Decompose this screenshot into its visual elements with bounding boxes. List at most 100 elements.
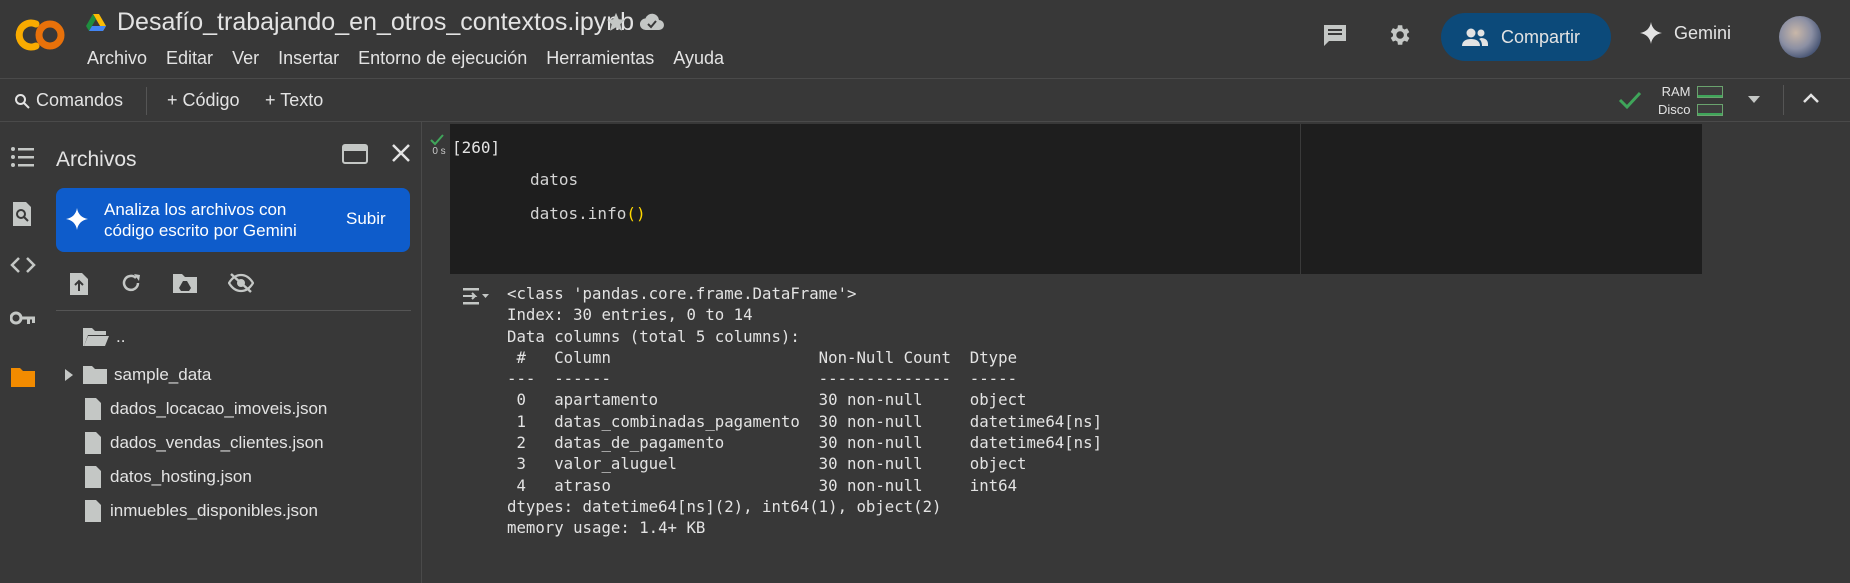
output-line: <class 'pandas.core.frame.DataFrame'> [507, 284, 857, 303]
menu-ayuda[interactable]: Ayuda [673, 48, 724, 69]
share-label: Compartir [1501, 26, 1581, 47]
file-icon [84, 397, 102, 421]
tree-item-folder[interactable]: sample_data [56, 358, 211, 392]
notebook-title[interactable]: Desafío_trabajando_en_otros_contextos.ip… [117, 8, 634, 37]
tree-item-file[interactable]: dados_locacao_imoveis.json [82, 392, 327, 426]
gemini-sparkle-icon [1640, 22, 1662, 44]
output-actions-icon[interactable] [462, 286, 490, 306]
find-replace-icon[interactable] [10, 201, 34, 227]
gemini-label: Gemini [1674, 22, 1732, 43]
output-line: 1 datas_combinadas_pagamento 30 non-null… [507, 411, 1103, 431]
output-line: --- ------ -------------- ----- [507, 369, 1103, 389]
side-rail [0, 122, 46, 583]
chevron-right-icon[interactable] [56, 369, 82, 381]
files-panel-title: Archivos [56, 148, 137, 171]
colab-logo[interactable] [12, 16, 68, 54]
tree-item-label: dados_vendas_clientes.json [110, 433, 324, 452]
exec-check-icon [430, 134, 444, 146]
tree-item-label: .. [116, 327, 126, 346]
connected-check-icon [1618, 90, 1642, 110]
code-snippets-icon[interactable] [10, 256, 36, 274]
toc-icon[interactable] [10, 146, 36, 168]
google-drive-icon [86, 14, 106, 32]
search-icon [14, 93, 30, 109]
editor-ruler [1300, 124, 1301, 274]
output-line: memory usage: 1.4+ KB [507, 518, 706, 538]
output-line: Data columns (total 5 columns): [507, 326, 800, 346]
files-folder-icon[interactable] [10, 366, 36, 388]
exec-time: 0 s [432, 146, 446, 157]
header: Desafío_trabajando_en_otros_contextos.ip… [0, 0, 1850, 78]
output-line: dtypes: datetime64[ns](2), int64(1), obj… [507, 496, 942, 516]
tree-item-parent[interactable]: .. [82, 320, 125, 354]
notebook-area: 0 s datos datos.info() [260] <class 'pan… [422, 122, 1850, 583]
toolbar-divider [146, 87, 147, 115]
tree-item-label: dados_locacao_imoveis.json [110, 399, 328, 418]
chevron-down-icon[interactable] [1746, 95, 1762, 105]
files-panel: Archivos Analiza los archivos con código… [46, 122, 422, 583]
commands-button[interactable]: Comandos [14, 90, 123, 111]
code-call: datos.info [530, 204, 627, 223]
file-icon [84, 431, 102, 455]
secrets-key-icon[interactable] [10, 310, 36, 326]
files-divider [56, 310, 411, 311]
code-cell-editor[interactable]: datos datos.info() [450, 124, 1702, 274]
toolbar-divider-right [1783, 85, 1784, 115]
share-button[interactable]: Compartir [1441, 13, 1611, 61]
avatar[interactable] [1779, 16, 1821, 58]
gear-icon[interactable] [1386, 22, 1412, 48]
output-line: # Column Non-Null Count Dtype [507, 347, 1103, 367]
tree-item-label: datos_hosting.json [110, 467, 252, 486]
open-in-tab-icon[interactable] [342, 144, 368, 164]
hide-files-icon[interactable] [228, 272, 254, 296]
menu-herramientas[interactable]: Herramientas [546, 48, 654, 69]
output-line: 2 datas_de_pagamento 30 non-null datetim… [507, 433, 1103, 453]
ram-label: RAM [1661, 84, 1691, 99]
tree-item-label: inmuebles_disponibles.json [110, 501, 318, 520]
people-icon [1461, 27, 1489, 47]
menu-insertar[interactable]: Insertar [278, 48, 339, 69]
star-icon[interactable] [605, 11, 627, 33]
gemini-button[interactable]: Gemini [1640, 22, 1731, 44]
add-text-button[interactable]: + Texto [265, 90, 323, 111]
upload-button[interactable]: Subir [346, 209, 386, 229]
add-code-label: + Código [167, 90, 240, 110]
disk-bar [1696, 104, 1723, 116]
cell-output: <class 'pandas.core.frame.DataFrame'> Ind… [507, 283, 1102, 539]
output-line: 4 atraso 30 non-null int64 [507, 475, 1103, 495]
file-icon [84, 465, 102, 489]
menu-ver[interactable]: Ver [232, 48, 259, 69]
gemini-sparkle-icon [66, 208, 88, 230]
ram-bar [1696, 86, 1723, 98]
refresh-icon[interactable] [120, 272, 142, 296]
gemini-upload-banner: Analiza los archivos con código escrito … [56, 188, 410, 252]
tree-item-file[interactable]: dados_vendas_clientes.json [82, 426, 324, 460]
close-icon[interactable] [390, 142, 412, 164]
code-line-2: datos.info() [530, 204, 646, 223]
output-line: 3 valor_aluguel 30 non-null object [507, 454, 1103, 474]
code-paren: () [626, 204, 646, 223]
cloud-saved-icon[interactable] [640, 12, 664, 32]
resources-indicator[interactable]: RAM Disco [1658, 83, 1723, 119]
comment-icon[interactable] [1322, 23, 1348, 47]
add-code-button[interactable]: + Código [167, 90, 240, 111]
upload-file-icon[interactable] [68, 272, 90, 296]
menu-editar[interactable]: Editar [166, 48, 213, 69]
file-icon [84, 499, 102, 523]
output-line: 0 apartamento 30 non-null object [507, 390, 1103, 410]
output-line: Index: 30 entries, 0 to 14 [507, 305, 753, 325]
menu-entorno[interactable]: Entorno de ejecución [358, 48, 527, 69]
tree-item-label: sample_data [114, 365, 212, 384]
mount-drive-icon[interactable] [172, 272, 198, 296]
toolbar: Comandos + Código + Texto RAM Disco [0, 78, 1850, 122]
folder-open-icon [82, 326, 110, 348]
add-text-label: + Texto [265, 90, 324, 110]
code-line-1: datos [530, 170, 579, 189]
menu-archivo[interactable]: Archivo [87, 48, 147, 69]
disk-label: Disco [1658, 102, 1691, 117]
folder-icon [82, 365, 108, 385]
tree-item-file[interactable]: datos_hosting.json [82, 460, 252, 494]
tree-item-file[interactable]: inmuebles_disponibles.json [82, 494, 318, 528]
chevron-up-icon[interactable] [1802, 91, 1820, 105]
commands-label: Comandos [36, 90, 124, 110]
